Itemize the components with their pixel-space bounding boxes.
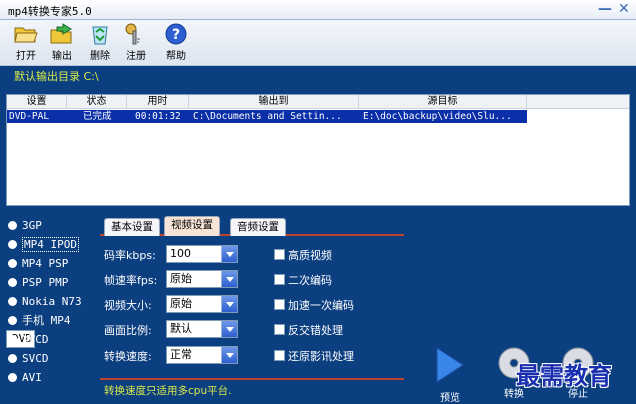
conversion-speed-label: 转换速度: xyxy=(104,350,152,363)
format-option-avi[interactable]: AVI xyxy=(6,368,96,387)
column-header-status[interactable]: 状态 xyxy=(67,95,127,109)
radio-icon xyxy=(8,240,17,249)
table-row[interactable]: DVD-PAL 已完成 00:01:32 C:\Documents and Se… xyxy=(7,110,527,123)
bitrate-label: 码率kbps: xyxy=(104,249,156,262)
format-option-3gp[interactable]: 3GP xyxy=(6,216,96,235)
row-source: E:\doc\backup\video\Slu... xyxy=(363,111,512,122)
watermark-logo: 最需教育 xyxy=(516,361,612,390)
video-size-label: 视频大小: xyxy=(104,299,152,312)
bitrate-select[interactable]: 100 xyxy=(166,245,238,263)
minimize-button[interactable]: — xyxy=(598,1,612,17)
open-button[interactable]: 打开 xyxy=(8,22,44,64)
svg-text:?: ? xyxy=(172,27,180,43)
chevron-down-icon xyxy=(221,271,237,287)
delete-label: 删除 xyxy=(90,51,110,62)
aspect-ratio-select[interactable]: 默认 xyxy=(166,320,238,338)
format-option-psp-pmp[interactable]: PSP PMP xyxy=(6,273,96,292)
format-list: 3GP MP4 IPOD MP4 PSP PSP PMP Nokia N73 手… xyxy=(6,216,96,387)
key-icon xyxy=(125,23,140,45)
play-icon xyxy=(436,347,464,383)
radio-icon xyxy=(8,297,17,306)
window-title: mp4转换专家5.0 xyxy=(8,5,92,18)
register-label: 注册 xyxy=(126,51,146,62)
format-option-mp4-psp[interactable]: MP4 PSP xyxy=(6,254,96,273)
column-header-setting[interactable]: 设置 xyxy=(7,95,67,109)
radio-icon xyxy=(8,335,17,344)
chevron-down-icon xyxy=(221,246,237,262)
speed-hint: 转换速度只适用多cpu平台. xyxy=(104,385,232,397)
conversion-speed-value: 正常 xyxy=(170,348,192,361)
recycle-bin-icon xyxy=(92,26,108,45)
column-header-time[interactable]: 用时 xyxy=(127,95,189,109)
tab-basic-settings[interactable]: 基本设置 xyxy=(104,218,160,236)
output-button[interactable]: 输出 xyxy=(44,22,80,64)
radio-icon xyxy=(8,354,17,363)
aspect-ratio-value: 默认 xyxy=(170,322,192,335)
file-list[interactable]: 设置 状态 用时 输出到 源目标 DVD-PAL 已完成 00:01:32 C:… xyxy=(6,94,630,206)
toolbar: 打开 输出 删除 注册 ? 帮助 xyxy=(0,20,636,66)
chevron-down-icon xyxy=(221,347,237,363)
row-time: 00:01:32 xyxy=(135,111,181,122)
output-directory-bar: 默认输出目录 C:\ xyxy=(0,66,636,84)
aspect-ratio-label: 画面比例: xyxy=(104,324,152,337)
video-size-select[interactable]: 原始 xyxy=(166,295,238,313)
tab-audio-settings[interactable]: 音频设置 xyxy=(230,218,286,236)
folder-export-icon xyxy=(50,23,72,44)
help-button[interactable]: ? 帮助 xyxy=(158,22,194,64)
folder-open-icon xyxy=(14,27,38,43)
fps-select[interactable]: 原始 xyxy=(166,270,238,288)
delete-button[interactable]: 删除 xyxy=(82,22,118,64)
chevron-down-icon xyxy=(221,296,237,312)
preview-button[interactable]: 预览 xyxy=(432,346,468,404)
row-setting: DVD-PAL xyxy=(9,111,50,122)
restore-checkbox[interactable]: 还原影讯处理 xyxy=(274,348,354,364)
fps-label: 帧速率fps: xyxy=(104,274,158,287)
settings-tabs: 基本设置 视频设置 音频设置 xyxy=(100,216,404,236)
hint-bar: 转换速度只适用多cpu平台. xyxy=(100,378,404,400)
tab-video-settings[interactable]: 视频设置 xyxy=(164,216,220,236)
help-icon: ? xyxy=(165,23,187,45)
file-list-header: 设置 状态 用时 输出到 源目标 xyxy=(7,95,629,109)
register-button[interactable]: 注册 xyxy=(118,22,154,64)
radio-icon xyxy=(8,221,17,230)
format-option-nokia-n73[interactable]: Nokia N73 xyxy=(6,292,96,311)
radio-icon xyxy=(8,373,17,382)
row-output: C:\Documents and Settin... xyxy=(193,111,342,122)
row-status: 已完成 xyxy=(83,111,112,122)
open-label: 打开 xyxy=(16,51,36,62)
fast-one-pass-checkbox[interactable]: 加速一次编码 xyxy=(274,297,354,313)
column-header-output[interactable]: 输出到 xyxy=(189,95,359,109)
format-option-xvcd[interactable]: XVCD xyxy=(6,330,96,349)
close-button[interactable]: ✕ xyxy=(618,1,630,17)
bitrate-value: 100 xyxy=(170,247,191,260)
radio-icon xyxy=(8,316,17,325)
format-option-mp4-ipod[interactable]: MP4 IPOD xyxy=(6,235,96,254)
radio-icon xyxy=(8,278,17,287)
high-quality-checkbox[interactable]: 高质视频 xyxy=(274,247,332,263)
conversion-speed-select[interactable]: 正常 xyxy=(166,346,238,364)
column-header-source[interactable]: 源目标 xyxy=(359,95,527,109)
two-pass-checkbox[interactable]: 二次编码 xyxy=(274,272,332,288)
deinterlace-checkbox[interactable]: 反交错处理 xyxy=(274,322,343,338)
help-label: 帮助 xyxy=(166,51,186,62)
output-label: 输出 xyxy=(52,51,72,62)
format-option-svcd[interactable]: SVCD xyxy=(6,349,96,368)
preview-label: 预览 xyxy=(440,393,460,404)
video-size-value: 原始 xyxy=(170,297,192,310)
fps-value: 原始 xyxy=(170,272,192,285)
output-directory-label: 默认输出目录 C:\ xyxy=(14,70,99,83)
radio-icon xyxy=(8,259,17,268)
chevron-down-icon xyxy=(221,321,237,337)
title-bar: mp4转换专家5.0 — ✕ xyxy=(0,0,636,20)
format-option-phone-mp4[interactable]: 手机 MP4 xyxy=(6,311,96,330)
